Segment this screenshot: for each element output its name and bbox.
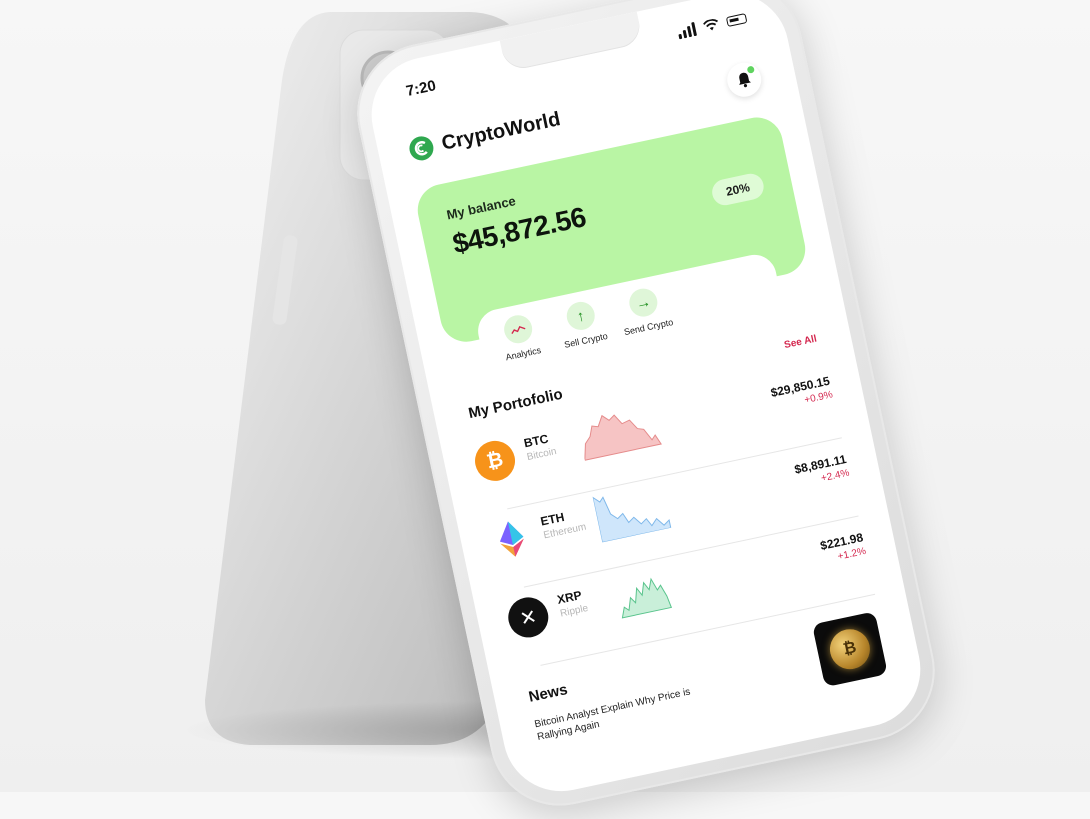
- analytics-icon: [501, 312, 535, 346]
- send-crypto-label: Send Crypto: [623, 316, 675, 338]
- news-thumbnail[interactable]: ₿: [811, 611, 888, 688]
- notification-dot: [745, 64, 757, 76]
- bitcoin-coin-icon: ₿: [826, 625, 874, 673]
- status-time: 7:20: [404, 77, 438, 101]
- ripple-icon: ✕: [504, 593, 553, 642]
- ethereum-icon: [487, 515, 536, 563]
- wifi-icon: [703, 18, 718, 31]
- notch: [499, 11, 644, 73]
- balance-change-badge: 20%: [709, 171, 767, 208]
- see-all-link[interactable]: See All: [783, 333, 818, 351]
- battery-icon: [725, 13, 748, 27]
- arrow-right-icon: →: [626, 285, 660, 320]
- notification-button[interactable]: [724, 59, 765, 100]
- cryptoworld-logo-icon: [409, 136, 434, 161]
- send-crypto-button[interactable]: → Send Crypto: [601, 281, 688, 341]
- portfolio-title: My Portofolio: [466, 385, 565, 423]
- status-icons: [676, 11, 748, 40]
- news-title: News: [527, 681, 570, 706]
- signal-icon: [676, 21, 698, 40]
- app-title: CryptoWorld: [439, 108, 563, 155]
- arrow-up-icon: ↑: [564, 299, 598, 333]
- bitcoin-icon: ₿: [471, 437, 519, 485]
- btc-sparkline: [584, 414, 662, 461]
